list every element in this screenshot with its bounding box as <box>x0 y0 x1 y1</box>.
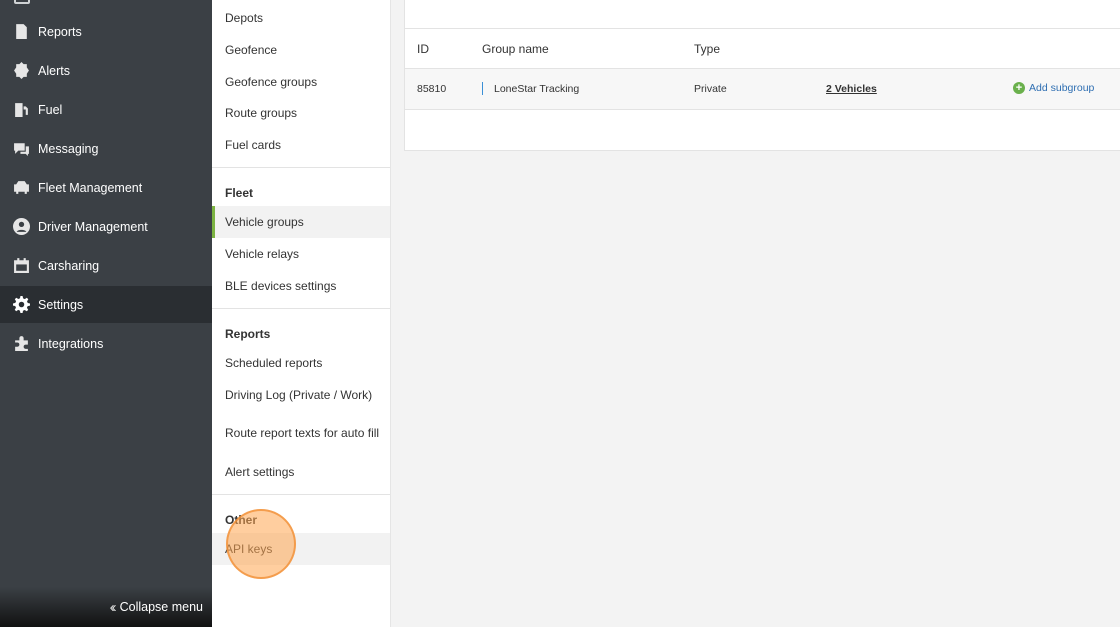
main-nav: Reports Alerts Fuel Messaging Fleet Mana… <box>0 0 212 627</box>
alert-badge-icon <box>13 62 30 79</box>
plus-circle-icon: + <box>1013 82 1025 94</box>
nav-item-label: Settings <box>38 297 84 312</box>
nav-item-fleet-management[interactable]: Fleet Management <box>0 169 212 206</box>
submenu-item-scheduled-reports[interactable]: Scheduled reports <box>212 347 390 379</box>
fuel-pump-icon <box>13 101 30 118</box>
submenu-item-depots[interactable]: Depots <box>212 2 390 34</box>
submenu-item-api-keys[interactable]: API keys <box>212 533 390 565</box>
submenu-item-route-groups[interactable]: Route groups <box>212 97 390 129</box>
settings-submenu: Depots Geofence Geofence groups Route gr… <box>212 0 391 627</box>
nav-item-settings[interactable]: Settings <box>0 286 212 323</box>
person-icon <box>13 218 30 235</box>
group-name: LoneStar Tracking <box>494 83 580 95</box>
dashboard-icon[interactable] <box>14 0 30 4</box>
vehicle-groups-table: ID Group name Type 85810 LoneStar Tracki… <box>404 0 1120 151</box>
column-header-type: Type <box>694 42 721 56</box>
gear-icon <box>13 296 30 313</box>
submenu-heading-fleet: Fleet <box>225 186 254 200</box>
submenu-item-alert-settings[interactable]: Alert settings <box>212 456 390 488</box>
submenu-heading-other: Other <box>225 513 258 527</box>
document-icon <box>13 23 30 40</box>
nav-item-label: Driver Management <box>38 219 148 234</box>
submenu-divider <box>212 494 390 495</box>
submenu-divider <box>212 167 390 168</box>
nav-item-fuel[interactable]: Fuel <box>0 91 212 128</box>
submenu-item-vehicle-groups[interactable]: Vehicle groups <box>212 206 390 238</box>
group-type: Private <box>694 83 727 95</box>
submenu-item-ble-devices-settings[interactable]: BLE devices settings <box>212 270 390 302</box>
collapse-menu-button[interactable]: ‹‹ Collapse menu <box>0 587 212 627</box>
nav-item-label: Messaging <box>38 141 99 156</box>
submenu-item-fuel-cards[interactable]: Fuel cards <box>212 129 390 161</box>
submenu-divider <box>212 308 390 309</box>
puzzle-icon <box>13 335 30 352</box>
submenu-heading-reports: Reports <box>225 327 271 341</box>
submenu-item-route-report-texts[interactable]: Route report texts for auto fill <box>212 418 390 448</box>
chat-icon <box>13 140 30 157</box>
nav-item-driver-management[interactable]: Driver Management <box>0 208 212 245</box>
nav-item-label: Integrations <box>38 336 104 351</box>
submenu-item-geofence[interactable]: Geofence <box>212 34 390 66</box>
column-header-group-name: Group name <box>482 42 549 56</box>
vehicles-link[interactable]: 2 Vehicles <box>826 83 877 95</box>
nav-item-label: Fleet Management <box>38 180 143 195</box>
submenu-item-geofence-groups[interactable]: Geofence groups <box>212 66 390 98</box>
column-header-id: ID <box>417 42 429 56</box>
calendar-icon <box>13 257 30 274</box>
add-subgroup-button[interactable]: + Add subgroup <box>1013 82 1094 94</box>
nav-item-integrations[interactable]: Integrations <box>0 325 212 362</box>
group-id: 85810 <box>417 83 447 95</box>
table-row[interactable]: 85810 LoneStar Tracking Private 2 Vehicl… <box>405 69 1120 110</box>
car-icon <box>13 179 30 196</box>
nav-item-label: Reports <box>38 24 82 39</box>
table-header: ID Group name Type <box>405 28 1120 69</box>
group-indent-bar <box>482 82 483 95</box>
add-subgroup-label: Add subgroup <box>1029 82 1095 94</box>
submenu-item-driving-log[interactable]: Driving Log (Private / Work) <box>212 379 390 411</box>
collapse-menu-label: Collapse menu <box>119 600 203 614</box>
submenu-item-vehicle-relays[interactable]: Vehicle relays <box>212 238 390 270</box>
double-chevron-left-icon: ‹‹ <box>109 598 117 616</box>
nav-item-messaging[interactable]: Messaging <box>0 130 212 167</box>
nav-item-label: Alerts <box>38 63 70 78</box>
nav-item-label: Fuel <box>38 102 63 117</box>
nav-item-alerts[interactable]: Alerts <box>0 52 212 89</box>
nav-item-label: Carsharing <box>38 258 100 273</box>
nav-item-reports[interactable]: Reports <box>0 13 212 50</box>
nav-item-carsharing[interactable]: Carsharing <box>0 247 212 284</box>
